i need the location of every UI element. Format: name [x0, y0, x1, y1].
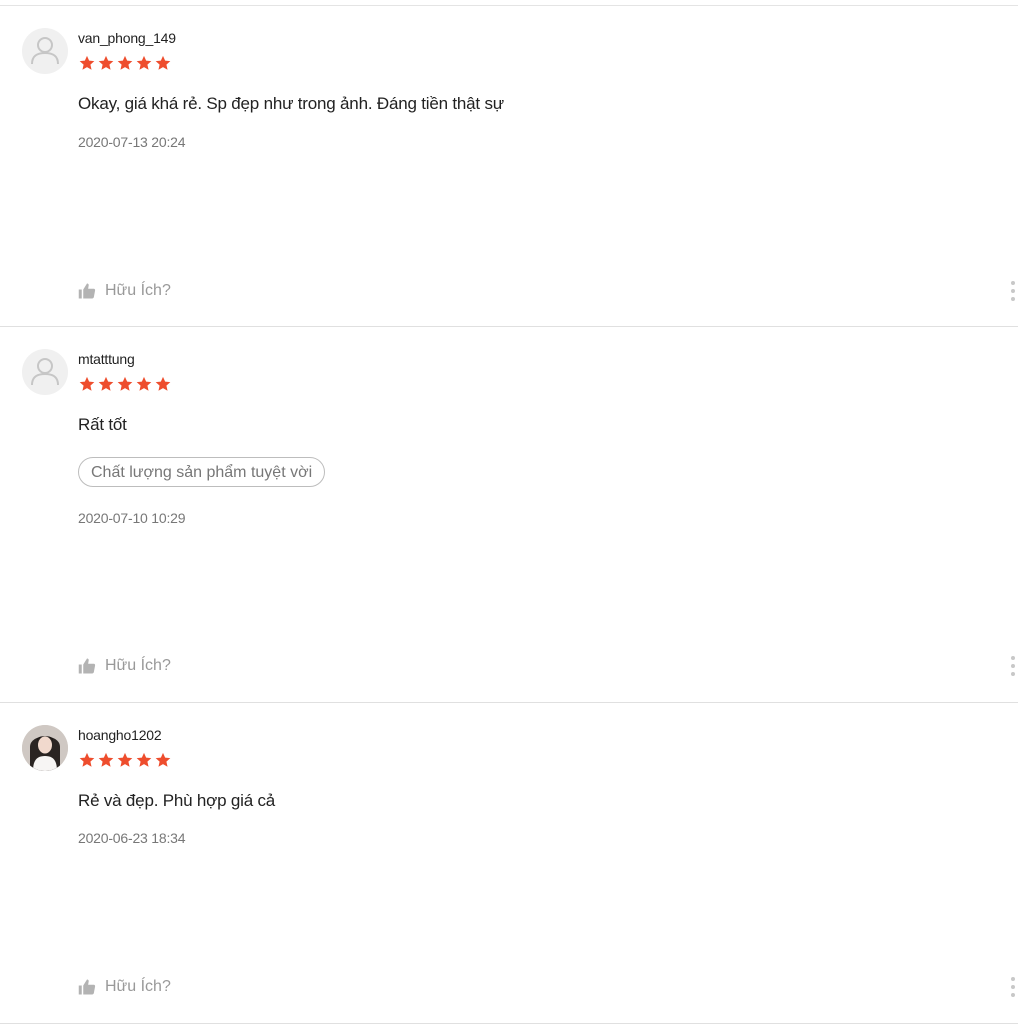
star-icon [155, 376, 171, 391]
thumbs-up-icon [78, 283, 96, 299]
star-icon [136, 752, 152, 767]
review-item: hoangho1202 Rẻ và đẹp. Phù hợp giá cả 20… [0, 703, 1018, 1024]
star-icon [79, 752, 95, 767]
star-rating [78, 751, 172, 769]
thumbs-up-icon [78, 658, 96, 674]
star-icon [155, 752, 171, 767]
star-icon [79, 376, 95, 391]
star-icon [117, 376, 133, 391]
review-comment: Okay, giá khá rẻ. Sp đẹp như trong ảnh. … [78, 94, 504, 113]
star-icon [155, 55, 171, 70]
more-options-icon[interactable] [1009, 655, 1017, 677]
review-timestamp: 2020-06-23 18:34 [78, 830, 186, 846]
review-item: van_phong_149 Okay, giá khá rẻ. Sp đẹp n… [0, 6, 1018, 327]
star-icon [98, 55, 114, 70]
star-icon [98, 376, 114, 391]
star-icon [79, 55, 95, 70]
review-tag: Chất lượng sản phẩm tuyệt vời [78, 457, 326, 487]
default-user-icon [31, 37, 59, 65]
star-icon [98, 752, 114, 767]
star-rating [78, 375, 172, 393]
review-comment: Rẻ và đẹp. Phù hợp giá cả [78, 791, 276, 810]
star-icon [136, 376, 152, 391]
thumbs-up-icon [78, 979, 96, 995]
helpful-button[interactable]: Hữu Ích? [78, 282, 171, 300]
star-icon [117, 55, 133, 70]
review-username[interactable]: mtatttung [78, 351, 135, 367]
helpful-label: Hữu Ích? [105, 282, 171, 299]
review-timestamp: 2020-07-13 20:24 [78, 134, 186, 150]
user-photo [22, 725, 68, 771]
review-timestamp: 2020-07-10 10:29 [78, 510, 186, 526]
review-username[interactable]: van_phong_149 [78, 30, 176, 46]
more-options-icon[interactable] [1009, 976, 1017, 998]
star-icon [117, 752, 133, 767]
avatar[interactable] [22, 349, 68, 395]
review-comment: Rất tốt [78, 415, 127, 434]
helpful-label: Hữu Ích? [105, 657, 171, 674]
review-username[interactable]: hoangho1202 [78, 727, 162, 743]
helpful-button[interactable]: Hữu Ích? [78, 657, 171, 675]
avatar[interactable] [22, 725, 68, 771]
star-rating [78, 54, 172, 72]
default-user-icon [31, 358, 59, 386]
helpful-button[interactable]: Hữu Ích? [78, 978, 171, 996]
more-options-icon[interactable] [1009, 280, 1017, 302]
review-item: mtatttung Rất tốt Chất lượng sản phẩm tu… [0, 327, 1018, 703]
star-icon [136, 55, 152, 70]
helpful-label: Hữu Ích? [105, 978, 171, 995]
avatar[interactable] [22, 28, 68, 74]
